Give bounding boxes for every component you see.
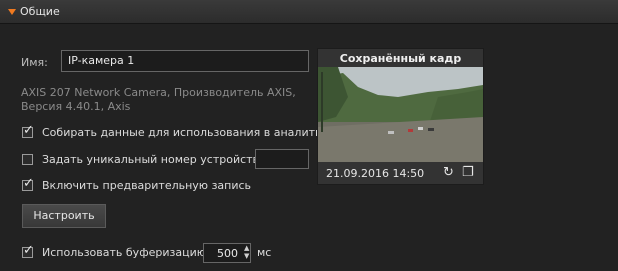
collect-analytics-checkbox[interactable]: ✓ xyxy=(22,124,34,138)
saved-frame-image xyxy=(318,67,483,162)
buffering-spinner-icon[interactable]: ▲ ▼ xyxy=(244,244,249,260)
unique-number-checkbox[interactable] xyxy=(22,154,33,165)
device-info-line2: Версия 4.40.1, Axis xyxy=(21,100,131,113)
refresh-icon[interactable]: ↻ xyxy=(443,165,454,180)
name-label: Имя: xyxy=(21,56,48,69)
configure-button[interactable]: Настроить xyxy=(22,204,106,228)
buffering-checkbox[interactable]: ✓ xyxy=(22,244,34,258)
collapse-triangle-icon[interactable] xyxy=(8,9,16,15)
unique-number-label: Задать уникальный номер устройства xyxy=(42,153,266,166)
window-icon[interactable]: ❐ xyxy=(462,165,474,180)
unique-number-input[interactable] xyxy=(255,149,309,169)
device-info-line1: AXIS 207 Network Camera, Производитель A… xyxy=(21,86,296,99)
section-title: Общие xyxy=(20,5,60,18)
prerecord-checkbox[interactable]: ✓ xyxy=(22,177,34,191)
section-header[interactable]: Общие xyxy=(0,0,618,24)
collect-analytics-label: Собирать данные для использования в анал… xyxy=(42,126,336,139)
saved-frame-title: Сохранённый кадр xyxy=(339,52,462,65)
saved-frame-panel: Сохранённый кадр 21.09.2016 14:50 ↻ ❐ xyxy=(317,48,484,185)
name-input[interactable]: IP-камера 1 xyxy=(61,50,309,72)
buffering-label: Использовать буферизацию xyxy=(42,246,206,259)
prerecord-label: Включить предварительную запись xyxy=(42,179,252,192)
buffering-unit: мс xyxy=(257,246,272,259)
saved-frame-timestamp: 21.09.2016 14:50 xyxy=(326,167,425,180)
